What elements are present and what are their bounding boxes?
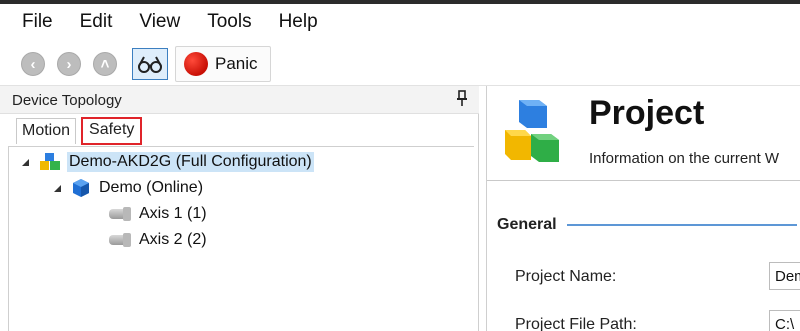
menu-edit[interactable]: Edit bbox=[80, 11, 113, 33]
forward-circle-icon: › bbox=[66, 55, 72, 73]
axis-icon bbox=[109, 207, 131, 221]
section-label: General bbox=[497, 216, 557, 233]
tree-label: Axis 1 (1) bbox=[139, 205, 207, 222]
panic-stop-icon bbox=[184, 52, 208, 76]
project-file-path-label: Project File Path: bbox=[515, 316, 637, 331]
device-cube-icon bbox=[73, 179, 89, 197]
tree-label: Axis 2 (2) bbox=[139, 231, 207, 248]
tree-node-device[interactable]: Demo (Online) bbox=[51, 175, 203, 201]
tree-label: Demo-AKD2G (Full Configuration) bbox=[67, 152, 314, 172]
section-divider bbox=[566, 224, 797, 226]
collapse-triangle-icon[interactable] bbox=[19, 156, 31, 168]
topology-tabs: Motion Safety bbox=[16, 117, 143, 146]
online-view-toggle[interactable] bbox=[132, 48, 168, 80]
project-panel: Project Information on the current W Gen… bbox=[486, 86, 800, 331]
tab-motion[interactable]: Motion bbox=[16, 118, 77, 144]
back-button[interactable]: ‹ bbox=[21, 52, 45, 76]
device-topology-panel: Device Topology Motion Safety Demo-AKD2G… bbox=[0, 86, 479, 331]
menu-help[interactable]: Help bbox=[279, 11, 318, 33]
tree-node-axis-1[interactable]: Axis 1 (1) bbox=[109, 201, 207, 227]
project-name-field[interactable]: Dem bbox=[769, 262, 800, 290]
project-subtitle: Information on the current W bbox=[589, 150, 780, 167]
menu-file[interactable]: File bbox=[22, 11, 53, 33]
project-blocks-icon bbox=[505, 100, 559, 162]
tree-node-config[interactable]: Demo-AKD2G (Full Configuration) bbox=[19, 149, 314, 175]
collapse-triangle-icon[interactable] bbox=[51, 182, 63, 194]
up-button[interactable]: ˄ bbox=[93, 52, 117, 76]
project-banner: Project Information on the current W bbox=[487, 86, 800, 181]
tree-node-axis-2[interactable]: Axis 2 (2) bbox=[109, 227, 207, 253]
tab-safety[interactable]: Safety bbox=[81, 117, 143, 145]
project-title: Project bbox=[589, 94, 705, 132]
forward-button[interactable]: › bbox=[57, 52, 81, 76]
general-section-header: General bbox=[497, 216, 797, 234]
menu-tools[interactable]: Tools bbox=[207, 11, 251, 33]
toolbar: ‹ › ˄ Panic bbox=[0, 40, 800, 86]
panic-button[interactable]: Panic bbox=[175, 46, 271, 82]
back-circle-icon: ‹ bbox=[30, 55, 36, 73]
panel-title: Device Topology bbox=[12, 92, 122, 109]
menu-view[interactable]: View bbox=[139, 11, 180, 33]
panic-label: Panic bbox=[215, 54, 258, 73]
pin-icon[interactable] bbox=[455, 89, 469, 109]
topology-tree: Demo-AKD2G (Full Configuration) Demo (On… bbox=[8, 146, 474, 331]
glasses-icon bbox=[138, 56, 162, 73]
menu-bar: File Edit View Tools Help bbox=[0, 4, 800, 40]
project-name-label: Project Name: bbox=[515, 268, 617, 285]
config-blocks-icon bbox=[40, 153, 60, 170]
project-file-path-field[interactable]: C:\ bbox=[769, 310, 800, 331]
axis-icon bbox=[109, 233, 131, 247]
up-circle-icon: ˄ bbox=[100, 55, 110, 73]
panel-header: Device Topology bbox=[0, 86, 479, 114]
tree-label: Demo (Online) bbox=[99, 179, 204, 196]
